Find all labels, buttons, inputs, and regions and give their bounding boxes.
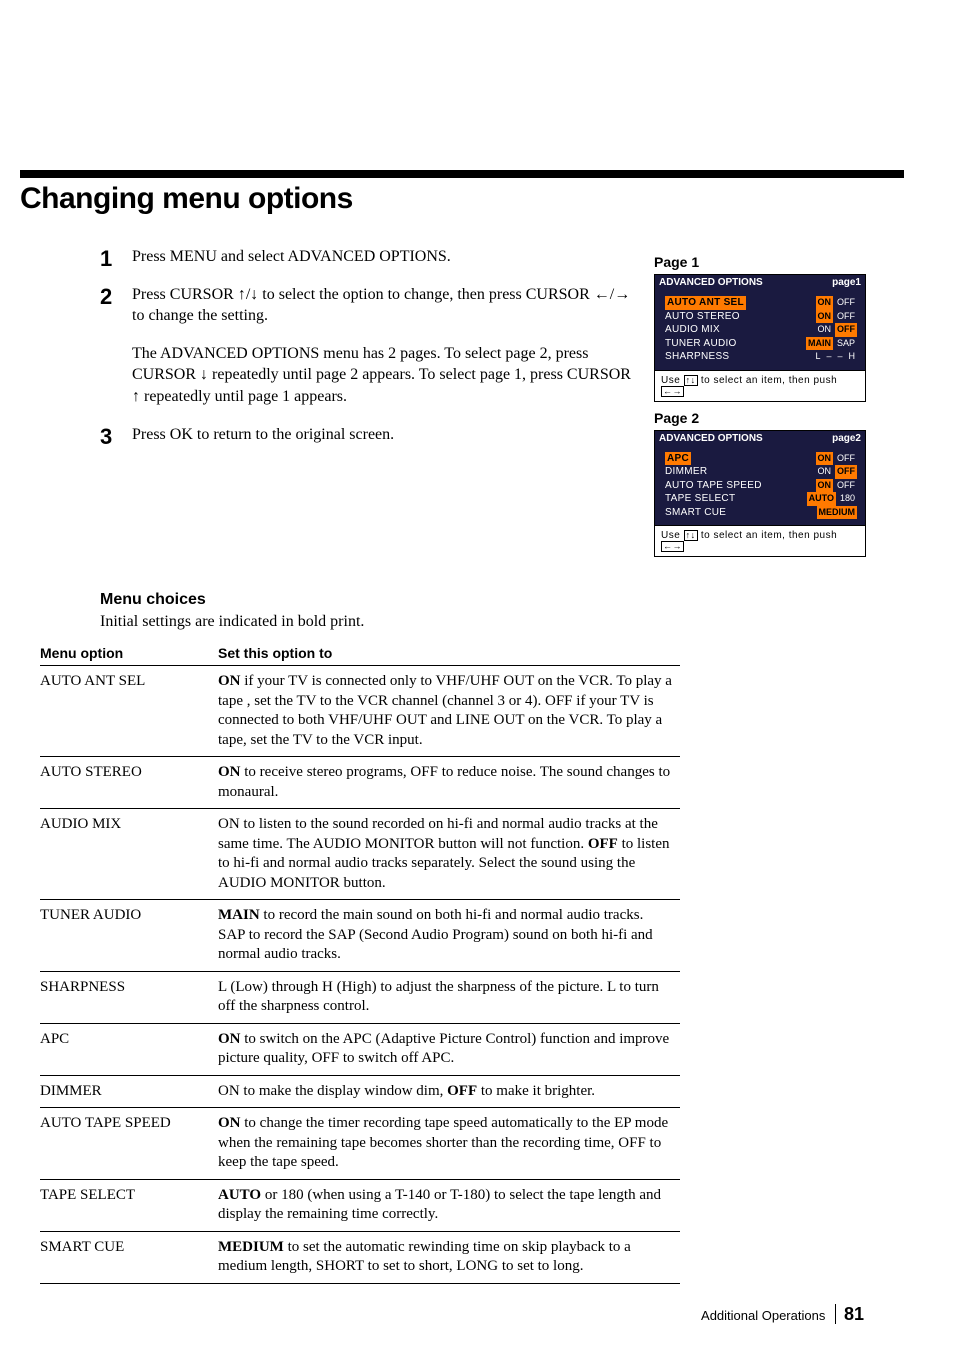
osd-row: TUNER AUDIOMAINSAP <box>665 337 857 351</box>
menu-option-desc: ON to make the display window dim, OFF t… <box>218 1075 680 1108</box>
menu-options-table: Menu option Set this option to AUTO ANT … <box>40 641 680 1284</box>
menu-option-desc: L (Low) through H (High) to adjust the s… <box>218 971 680 1023</box>
manual-page: Changing menu options 1 Press MENU and se… <box>0 0 954 1355</box>
menu-option-desc: ON to switch on the APC (Adaptive Pictur… <box>218 1023 680 1075</box>
osd-row: AUTO ANT SELONOFF <box>665 296 857 310</box>
step: The ADVANCED OPTIONS menu has 2 pages. T… <box>100 343 634 416</box>
page-number: 81 <box>835 1304 864 1324</box>
table-row: AUDIO MIXON to listen to the sound recor… <box>40 809 680 900</box>
table-row: AUTO STEREOON to receive stereo programs… <box>40 757 680 809</box>
menu-option-desc: ON if your TV is connected only to VHF/U… <box>218 666 680 757</box>
osd-row: SHARPNESSL––H <box>665 350 857 364</box>
step-body: Press MENU and select ADVANCED OPTIONS. <box>132 246 451 276</box>
osd-box: ADVANCED OPTIONSpage1AUTO ANT SELONOFFAU… <box>654 274 866 402</box>
osd-column: Page 1ADVANCED OPTIONSpage1AUTO ANT SELO… <box>654 246 904 561</box>
arrow-left-icon: ← <box>594 284 610 306</box>
menu-choices-heading: Menu choices <box>100 591 904 609</box>
table-row: DIMMERON to make the display window dim,… <box>40 1075 680 1108</box>
osd-row: AUTO TAPE SPEEDONOFF <box>665 479 857 493</box>
step: 1 Press MENU and select ADVANCED OPTIONS. <box>100 246 634 276</box>
menu-option-name: AUTO TAPE SPEED <box>40 1108 218 1180</box>
table-row: SMART CUEMEDIUM to set the automatic rew… <box>40 1231 680 1283</box>
arrow-down-icon: ↓ <box>250 284 258 306</box>
menu-option-name: DIMMER <box>40 1075 218 1108</box>
arrow-up-icon: ↑ <box>132 386 140 408</box>
osd-label: Page 1 <box>654 254 904 270</box>
menu-choices-note: Initial settings are indicated in bold p… <box>100 613 904 631</box>
page-title: Changing menu options <box>20 182 904 216</box>
col-menu-option: Menu option <box>40 641 218 666</box>
osd-row: TAPE SELECTAUTO180 <box>665 492 857 506</box>
step-number: 3 <box>100 424 120 454</box>
osd-row: AUDIO MIXONOFF <box>665 323 857 337</box>
steps-column: 1 Press MENU and select ADVANCED OPTIONS.… <box>20 246 634 461</box>
table-row: AUTO ANT SELON if your TV is connected o… <box>40 666 680 757</box>
table-row: TUNER AUDIOMAIN to record the main sound… <box>40 900 680 972</box>
menu-option-desc: AUTO or 180 (when using a T-140 or T-180… <box>218 1179 680 1231</box>
menu-option-name: TUNER AUDIO <box>40 900 218 972</box>
arrow-down-icon: ↓ <box>200 364 208 386</box>
osd-box: ADVANCED OPTIONSpage2APCONOFFDIMMERONOFF… <box>654 430 866 558</box>
menu-option-name: AUDIO MIX <box>40 809 218 900</box>
menu-option-desc: MEDIUM to set the automatic rewinding ti… <box>218 1231 680 1283</box>
menu-option-desc: ON to receive stereo programs, OFF to re… <box>218 757 680 809</box>
menu-option-name: APC <box>40 1023 218 1075</box>
menu-option-desc: ON to listen to the sound recorded on hi… <box>218 809 680 900</box>
menu-option-name: SMART CUE <box>40 1231 218 1283</box>
osd-instruction: Use ↑↓ to select an item, then push ←→ <box>655 370 865 401</box>
arrow-up-icon: ↑ <box>238 284 246 306</box>
step-body: Press OK to return to the original scree… <box>132 424 394 454</box>
col-set-to: Set this option to <box>218 641 680 666</box>
step-body: The ADVANCED OPTIONS menu has 2 pages. T… <box>132 343 634 416</box>
step-body: Press CURSOR ↑/↓ to select the option to… <box>132 284 634 335</box>
menu-option-name: AUTO STEREO <box>40 757 218 809</box>
osd-header: ADVANCED OPTIONSpage1 <box>655 275 865 290</box>
menu-option-name: SHARPNESS <box>40 971 218 1023</box>
osd-header: ADVANCED OPTIONSpage2 <box>655 431 865 446</box>
osd-body: AUTO ANT SELONOFFAUTO STEREOONOFFAUDIO M… <box>655 290 865 370</box>
step: 3 Press OK to return to the original scre… <box>100 424 634 454</box>
top-section: 1 Press MENU and select ADVANCED OPTIONS.… <box>20 246 904 561</box>
arrow-right-icon: → <box>614 284 630 306</box>
table-row: AUTO TAPE SPEEDON to change the timer re… <box>40 1108 680 1180</box>
menu-option-name: AUTO ANT SEL <box>40 666 218 757</box>
osd-row: AUTO STEREOONOFF <box>665 310 857 324</box>
osd-row: SMART CUEMEDIUM <box>665 506 857 520</box>
menu-option-name: TAPE SELECT <box>40 1179 218 1231</box>
osd-row: APCONOFF <box>665 452 857 466</box>
table-row: TAPE SELECTAUTO or 180 (when using a T-1… <box>40 1179 680 1231</box>
table-row: SHARPNESSL (Low) through H (High) to adj… <box>40 971 680 1023</box>
step-number: 1 <box>100 246 120 276</box>
osd-body: APCONOFFDIMMERONOFFAUTO TAPE SPEEDONOFFT… <box>655 446 865 526</box>
table-row: APCON to switch on the APC (Adaptive Pic… <box>40 1023 680 1075</box>
menu-option-desc: MAIN to record the main sound on both hi… <box>218 900 680 972</box>
menu-option-desc: ON to change the timer recording tape sp… <box>218 1108 680 1180</box>
step-number <box>100 343 120 416</box>
osd-row: DIMMERONOFF <box>665 465 857 479</box>
title-rule <box>20 170 904 178</box>
section-label: Additional Operations <box>701 1308 825 1323</box>
page-footer: Additional Operations 81 <box>20 1304 864 1325</box>
osd-label: Page 2 <box>654 410 904 426</box>
step-number: 2 <box>100 284 120 335</box>
step: 2Press CURSOR ↑/↓ to select the option t… <box>100 284 634 335</box>
osd-instruction: Use ↑↓ to select an item, then push ←→ <box>655 525 865 556</box>
